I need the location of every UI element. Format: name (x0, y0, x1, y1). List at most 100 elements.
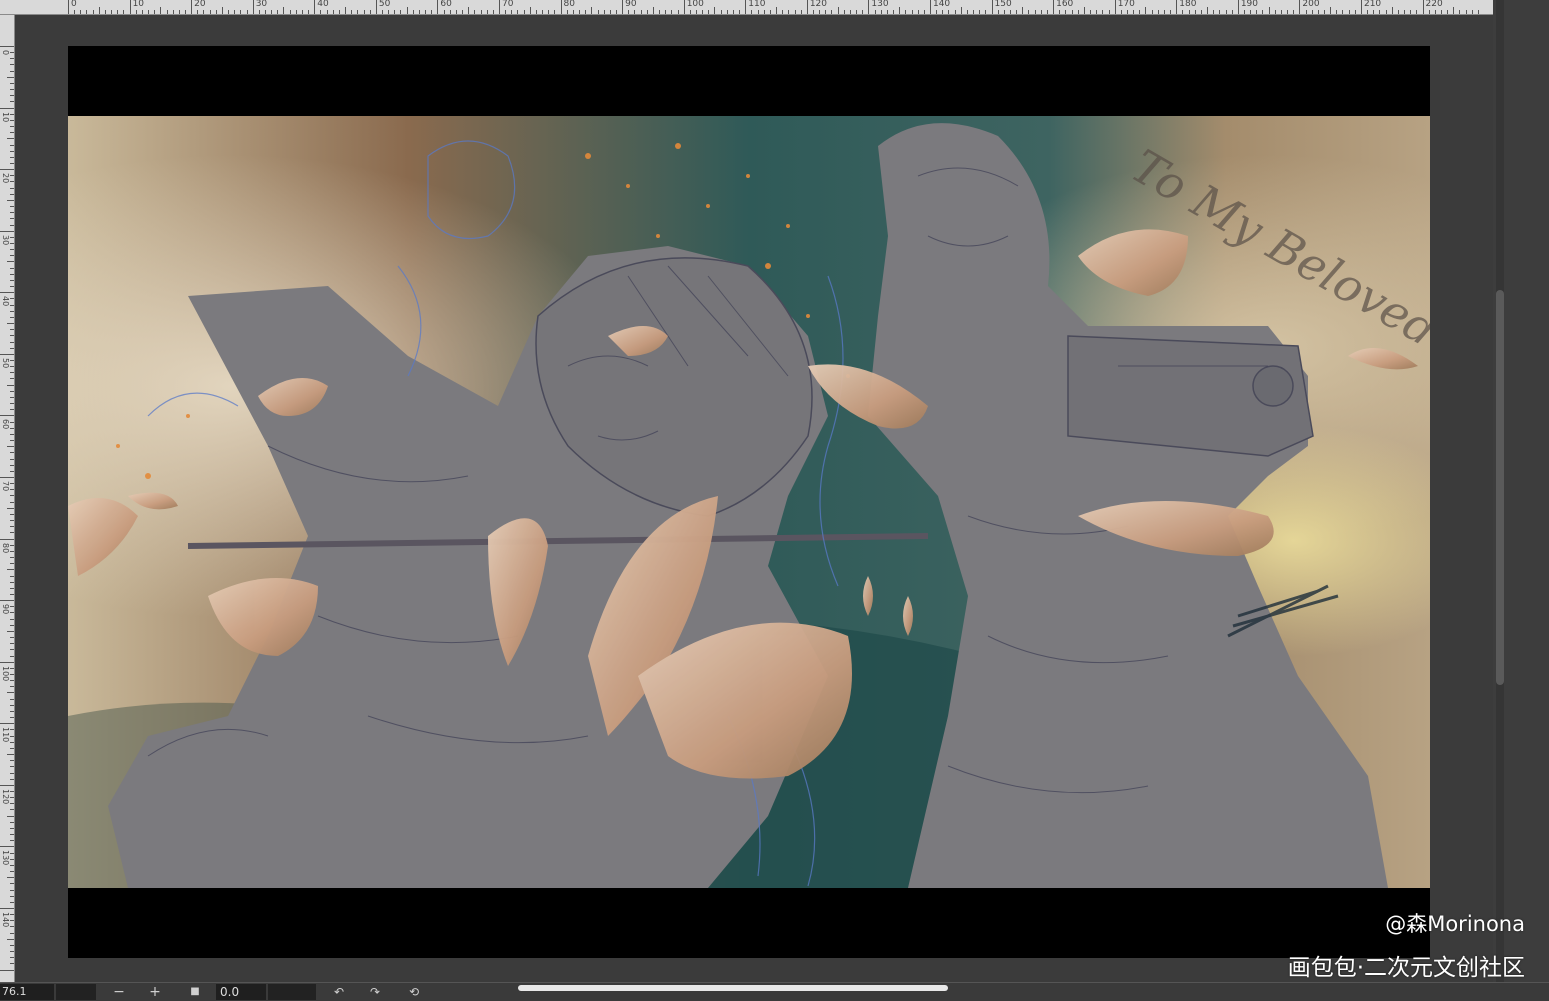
ruler-tick (1108, 10, 1110, 14)
ruler-tick (1133, 10, 1135, 14)
reset-rotation-icon[interactable]: ⟲ (405, 984, 423, 1000)
ruler-tick (1053, 0, 1055, 14)
ruler-tick (615, 10, 617, 14)
ruler-label: 60 (440, 0, 452, 9)
ruler-tick (985, 10, 987, 14)
ruler-tick (338, 10, 340, 14)
ruler-tick (10, 175, 14, 177)
ruler-tick (825, 10, 827, 14)
zoom-out-button[interactable]: − (110, 984, 128, 1000)
ruler-tick (1022, 7, 1024, 14)
ruler-tick (10, 113, 14, 115)
ruler-horizontal[interactable]: 0 10 20 30 40 50 60 70 80 90 100 110 120 130 140 150 160… (0, 0, 1493, 15)
ruler-tick (345, 7, 347, 14)
ruler-tick (1441, 10, 1442, 14)
ruler-tick (104, 10, 106, 14)
ruler-tick (228, 10, 230, 14)
ruler-tick (788, 10, 790, 14)
ruler-tick (10, 70, 14, 72)
ruler-tick (554, 10, 556, 14)
zoom-input[interactable]: 76.1 (0, 984, 54, 1000)
ruler-tick (1083, 7, 1085, 14)
ruler-tick (1477, 10, 1479, 14)
vertical-scrollbar-thumb[interactable] (1496, 290, 1504, 685)
ruler-tick (1237, 0, 1239, 14)
ruler-tick (10, 926, 14, 928)
ruler-tick (10, 132, 14, 134)
ruler-label: 0 (1, 50, 10, 56)
ruler-tick (1102, 10, 1104, 14)
ruler-tick (1342, 10, 1344, 14)
ruler-tick (1416, 10, 1418, 14)
ruler-tick (10, 335, 14, 337)
ruler-tick (0, 784, 14, 786)
ruler-tick (10, 427, 14, 429)
ruler-tick (98, 7, 100, 14)
ruler-tick (10, 440, 14, 442)
ruler-tick (566, 10, 568, 14)
ruler-tick (10, 624, 14, 626)
ruler-tick (10, 390, 14, 392)
ruler-tick (1434, 10, 1436, 14)
ruler-tick (197, 10, 199, 14)
ruler-tick (10, 790, 14, 792)
ruler-tick (10, 747, 14, 749)
ruler-tick (1071, 10, 1073, 14)
ruler-label: 80 (1, 542, 10, 553)
ruler-tick (0, 169, 14, 171)
ruler-tick (135, 10, 137, 14)
ruler-tick (7, 815, 14, 817)
ruler-tick (1367, 10, 1369, 14)
ruler-tick (893, 10, 895, 14)
ruler-tick (1262, 10, 1264, 14)
ruler-tick (1274, 10, 1276, 14)
ruler-tick (954, 10, 956, 14)
ruler-tick (10, 181, 14, 183)
zoom-slider[interactable] (56, 984, 96, 1000)
zoom-in-button[interactable]: + (146, 984, 164, 1000)
rotate-right-icon[interactable]: ↷ (366, 984, 384, 1000)
ruler-tick (148, 10, 150, 14)
rotation-angle-input[interactable]: 0.0 (216, 984, 266, 1000)
rotation-slider[interactable] (268, 984, 316, 1000)
ruler-tick (86, 10, 88, 14)
ruler-tick (10, 304, 14, 306)
ruler-tick (10, 520, 14, 522)
ruler-tick (1397, 10, 1399, 14)
ruler-tick (572, 10, 574, 14)
ruler-tick (123, 10, 125, 14)
ruler-tick (10, 871, 14, 873)
ruler-tick (289, 10, 291, 14)
ruler-tick (10, 458, 14, 460)
ruler-tick (10, 316, 14, 318)
ruler-tick (10, 286, 14, 288)
ruler-tick (271, 10, 273, 14)
ruler-tick (277, 10, 279, 14)
ruler-tick (480, 10, 482, 14)
ruler-tick (308, 10, 310, 14)
ruler-tick (1096, 10, 1098, 14)
ruler-tick (498, 0, 500, 14)
ruler-tick (1459, 10, 1461, 14)
ruler-tick (1176, 0, 1178, 14)
ruler-label: 90 (625, 0, 637, 9)
ruler-tick (10, 396, 14, 398)
ruler-tick (10, 550, 14, 552)
ruler-tick (1348, 10, 1350, 14)
ruler-tick (1139, 10, 1141, 14)
ruler-tick (10, 156, 14, 158)
ruler-tick (1299, 0, 1301, 14)
ruler-tick (751, 10, 753, 14)
horizontal-scrollbar-thumb[interactable] (518, 985, 948, 991)
ruler-tick (0, 969, 14, 971)
ruler-tick (0, 600, 14, 602)
ruler-vertical[interactable]: 0 10 20 30 40 50 60 70 80 90 100 110 120 130 140 (0, 15, 15, 982)
rotate-left-icon[interactable]: ↶ (330, 984, 348, 1000)
drawing-canvas[interactable]: To My Beloved V (68, 46, 1430, 958)
ruler-tick (1059, 10, 1061, 14)
ruler-tick (973, 10, 975, 14)
ruler-tick (843, 10, 845, 14)
ruler-tick (10, 126, 14, 128)
ruler-tick (10, 741, 14, 743)
fit-to-screen-button[interactable]: ■ (186, 984, 204, 1000)
